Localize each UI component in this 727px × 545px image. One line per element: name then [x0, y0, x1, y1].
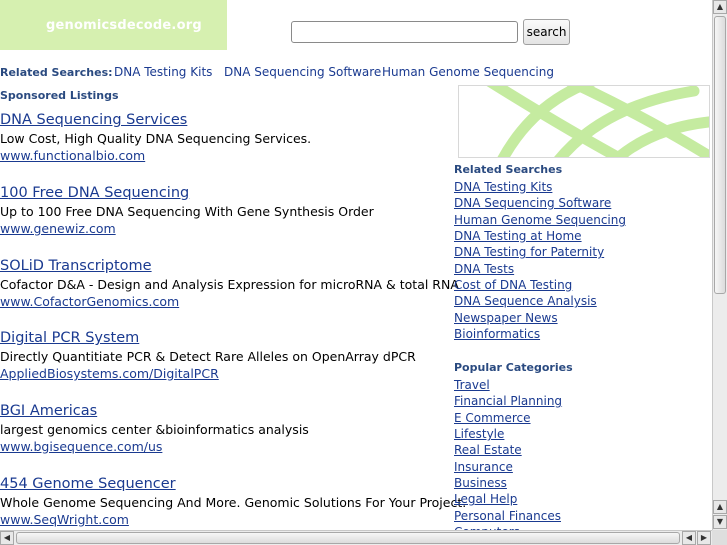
- listing-url[interactable]: www.bgisequence.com/us: [0, 438, 450, 455]
- listing-url[interactable]: AppliedBiosystems.com/DigitalPCR: [0, 365, 450, 382]
- list-item: Personal Finances: [454, 507, 562, 523]
- list-item: Business: [454, 474, 562, 490]
- list-item: Travel: [454, 376, 562, 392]
- list-item: Insurance: [454, 458, 562, 474]
- list-item: E Commerce: [454, 409, 562, 425]
- sidebar-category-link[interactable]: Financial Planning: [454, 394, 562, 408]
- listing-description: Whole Genome Sequencing And More. Genomi…: [0, 495, 467, 510]
- sidebar-category-link[interactable]: Travel: [454, 378, 490, 392]
- left-arrow-icon[interactable]: ◀: [0, 531, 14, 545]
- list-item: Financial Planning: [454, 392, 562, 408]
- listing-url[interactable]: www.genewiz.com: [0, 220, 450, 237]
- sidebar-related-link[interactable]: DNA Sequencing Software: [454, 196, 611, 210]
- sidebar-popular-list: Travel Financial Planning E Commerce Lif…: [454, 376, 562, 539]
- list-item: Newspaper News: [454, 309, 626, 325]
- sidebar-category-link[interactable]: Business: [454, 476, 507, 490]
- sidebar-related-link[interactable]: DNA Testing at Home: [454, 229, 582, 243]
- sponsored-listings-label: Sponsored Listings: [0, 89, 119, 102]
- sidebar-related-link[interactable]: DNA Testing for Paternity: [454, 245, 604, 259]
- search-input[interactable]: [291, 21, 518, 43]
- up-arrow-icon[interactable]: ▲: [713, 0, 727, 14]
- listing-description: Directly Quantitiate PCR & Detect Rare A…: [0, 349, 416, 364]
- listing-description: Cofactor D&A - Design and Analysis Expre…: [0, 277, 459, 292]
- sidebar-category-link[interactable]: Personal Finances: [454, 509, 561, 523]
- listing-url[interactable]: www.functionalbio.com: [0, 147, 450, 164]
- down-arrow-icon[interactable]: ▼: [713, 515, 727, 529]
- sponsored-listing: DNA Sequencing Services Low Cost, High Q…: [0, 111, 450, 164]
- related-searches-bar: Related Searches: DNA Testing Kits DNA S…: [0, 65, 560, 79]
- listing-description: Up to 100 Free DNA Sequencing With Gene …: [0, 204, 374, 219]
- sidebar-related-heading: Related Searches: [454, 163, 563, 176]
- sidebar-related-link[interactable]: Newspaper News: [454, 311, 558, 325]
- sidebar-popular-heading: Popular Categories: [454, 361, 573, 374]
- scrollbar-corner: [712, 530, 727, 545]
- listing-title[interactable]: SOLiD Transcriptome: [0, 257, 450, 275]
- listing-url[interactable]: www.SeqWright.com: [0, 511, 450, 528]
- sponsored-listing: SOLiD Transcriptome Cofactor D&A - Desig…: [0, 257, 459, 310]
- decorative-grid-image: [458, 85, 710, 158]
- sidebar-related-link[interactable]: Bioinformatics: [454, 327, 540, 341]
- sidebar-related-link[interactable]: DNA Testing Kits: [454, 180, 552, 194]
- listing-description: Low Cost, High Quality DNA Sequencing Se…: [0, 131, 312, 146]
- right-arrow-icon[interactable]: ▶: [697, 531, 711, 545]
- sidebar-related-list: DNA Testing Kits DNA Sequencing Software…: [454, 178, 626, 341]
- listing-url[interactable]: www.CofactorGenomics.com: [0, 293, 450, 310]
- sponsored-listing: Digital PCR System Directly Quantitiate …: [0, 329, 450, 382]
- sidebar-category-link[interactable]: Insurance: [454, 460, 513, 474]
- logo-banner[interactable]: genomicsdecode.org: [0, 0, 227, 50]
- list-item: Real Estate: [454, 441, 562, 457]
- listing-description: largest genomics center &bioinformatics …: [0, 422, 309, 437]
- sidebar-category-link[interactable]: E Commerce: [454, 411, 531, 425]
- up-arrow-icon[interactable]: ▲: [713, 500, 727, 514]
- listing-title[interactable]: DNA Sequencing Services: [0, 111, 450, 129]
- site-logo-text: genomicsdecode.org: [46, 18, 202, 33]
- sidebar-category-link[interactable]: Real Estate: [454, 443, 522, 457]
- list-item: DNA Testing at Home: [454, 227, 626, 243]
- list-item: DNA Sequence Analysis: [454, 292, 626, 308]
- related-link-dna-sequencing-software[interactable]: DNA Sequencing Software: [224, 65, 381, 79]
- listing-title[interactable]: BGI Americas: [0, 402, 450, 420]
- sidebar-related-link[interactable]: Cost of DNA Testing: [454, 278, 572, 292]
- horizontal-scrollbar[interactable]: ◀ ◀ ▶: [0, 530, 712, 545]
- listing-title[interactable]: 454 Genome Sequencer: [0, 475, 450, 493]
- related-link-dna-testing-kits[interactable]: DNA Testing Kits: [114, 65, 212, 79]
- left-arrow-icon[interactable]: ◀: [682, 531, 696, 545]
- list-item: DNA Testing for Paternity: [454, 243, 626, 259]
- list-item: DNA Testing Kits: [454, 178, 626, 194]
- list-item: Bioinformatics: [454, 325, 626, 341]
- sponsored-listing: 454 Genome Sequencer Whole Genome Sequen…: [0, 475, 467, 528]
- related-link-human-genome-sequencing[interactable]: Human Genome Sequencing: [382, 65, 554, 79]
- related-searches-label: Related Searches:: [0, 66, 113, 79]
- list-item: Lifestyle: [454, 425, 562, 441]
- vertical-scrollbar[interactable]: ▲ ▲ ▼: [712, 0, 727, 530]
- listing-title[interactable]: Digital PCR System: [0, 329, 450, 347]
- sidebar-related-link[interactable]: Human Genome Sequencing: [454, 213, 626, 227]
- search-button[interactable]: search: [523, 19, 570, 45]
- list-item: DNA Tests: [454, 260, 626, 276]
- listing-title[interactable]: 100 Free DNA Sequencing: [0, 184, 450, 202]
- sidebar-related-link[interactable]: DNA Tests: [454, 262, 514, 276]
- list-item: Cost of DNA Testing: [454, 276, 626, 292]
- sidebar-category-link[interactable]: Lifestyle: [454, 427, 504, 441]
- list-item: DNA Sequencing Software: [454, 194, 626, 210]
- vertical-scroll-thumb[interactable]: [714, 16, 726, 294]
- horizontal-scroll-thumb[interactable]: [16, 532, 680, 544]
- sidebar-category-link[interactable]: Legal Help: [454, 492, 517, 506]
- sponsored-listing: BGI Americas largest genomics center &bi…: [0, 402, 450, 455]
- list-item: Legal Help: [454, 490, 562, 506]
- sidebar-related-link[interactable]: DNA Sequence Analysis: [454, 294, 597, 308]
- sponsored-listing: 100 Free DNA Sequencing Up to 100 Free D…: [0, 184, 450, 237]
- curved-lines-graphic: [459, 86, 709, 157]
- list-item: Human Genome Sequencing: [454, 211, 626, 227]
